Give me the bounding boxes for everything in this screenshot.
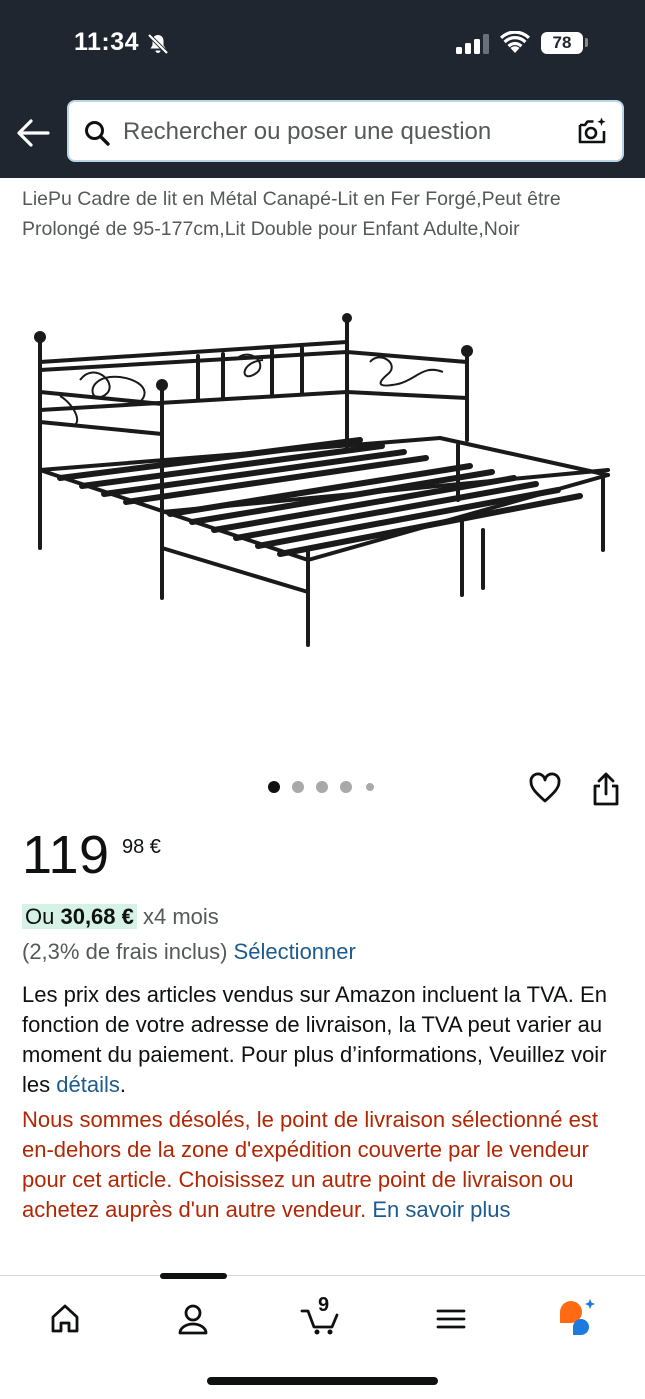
installment-amount: 30,68 € xyxy=(60,904,134,929)
menu-icon[interactable] xyxy=(426,1294,476,1344)
battery-level: 78 xyxy=(541,32,583,54)
installment-offer: Ou 30,68 € x4 mois xyxy=(22,902,219,932)
vat-end: . xyxy=(119,1072,126,1097)
back-arrow-icon[interactable] xyxy=(16,118,50,148)
product-image[interactable] xyxy=(20,300,620,660)
account-icon[interactable] xyxy=(168,1294,218,1344)
silent-bell-icon xyxy=(147,33,169,55)
cart-count: 9 xyxy=(318,1294,330,1316)
installment-suffix: x4 mois xyxy=(136,904,219,929)
battery-tip xyxy=(585,38,588,47)
cart-button[interactable]: 9 xyxy=(298,1294,348,1344)
status-time: 11:34 xyxy=(74,28,140,56)
camera-lens-icon[interactable] xyxy=(576,115,608,147)
search-input[interactable] xyxy=(123,112,563,152)
installment-prefix: Ou xyxy=(25,904,61,929)
product-title[interactable]: LiePu Cadre de lit en Métal Canapé-Lit e… xyxy=(22,184,622,244)
price-whole: 119 xyxy=(22,825,110,885)
wifi-icon xyxy=(500,31,530,53)
search-icon xyxy=(85,121,110,146)
pager-dot[interactable] xyxy=(340,781,352,793)
delivery-warning: Nous sommes désolés, le point de livrais… xyxy=(22,1105,622,1225)
cellular-signal-icon xyxy=(456,34,489,54)
price-cents: 98 € xyxy=(122,836,161,858)
fees-text: (2,3% de frais inclus) xyxy=(22,939,234,964)
heart-icon[interactable] xyxy=(528,772,562,804)
search-bar[interactable] xyxy=(67,100,624,162)
share-icon[interactable] xyxy=(591,771,621,807)
pager-dot[interactable] xyxy=(292,781,304,793)
installment-badge: Ou 30,68 € xyxy=(22,904,137,929)
pager-dot[interactable] xyxy=(268,781,280,793)
home-icon[interactable] xyxy=(40,1294,90,1344)
top-header: 11:34 78 xyxy=(0,0,645,178)
home-indicator xyxy=(207,1377,438,1385)
details-link[interactable]: détails xyxy=(56,1072,120,1097)
warning-text: Nous sommes désolés, le point de livrais… xyxy=(22,1107,598,1222)
installment-fees: (2,3% de frais inclus) Sélectionner xyxy=(22,937,356,967)
select-installment-link[interactable]: Sélectionner xyxy=(234,939,356,964)
rufus-assistant-icon[interactable] xyxy=(553,1294,603,1344)
pager-dot[interactable] xyxy=(316,781,328,793)
vat-notice: Les prix des articles vendus sur Amazon … xyxy=(22,980,612,1100)
learn-more-link[interactable]: En savoir plus xyxy=(372,1197,510,1222)
active-tab-indicator xyxy=(160,1273,227,1279)
pager-dot[interactable] xyxy=(366,783,374,791)
